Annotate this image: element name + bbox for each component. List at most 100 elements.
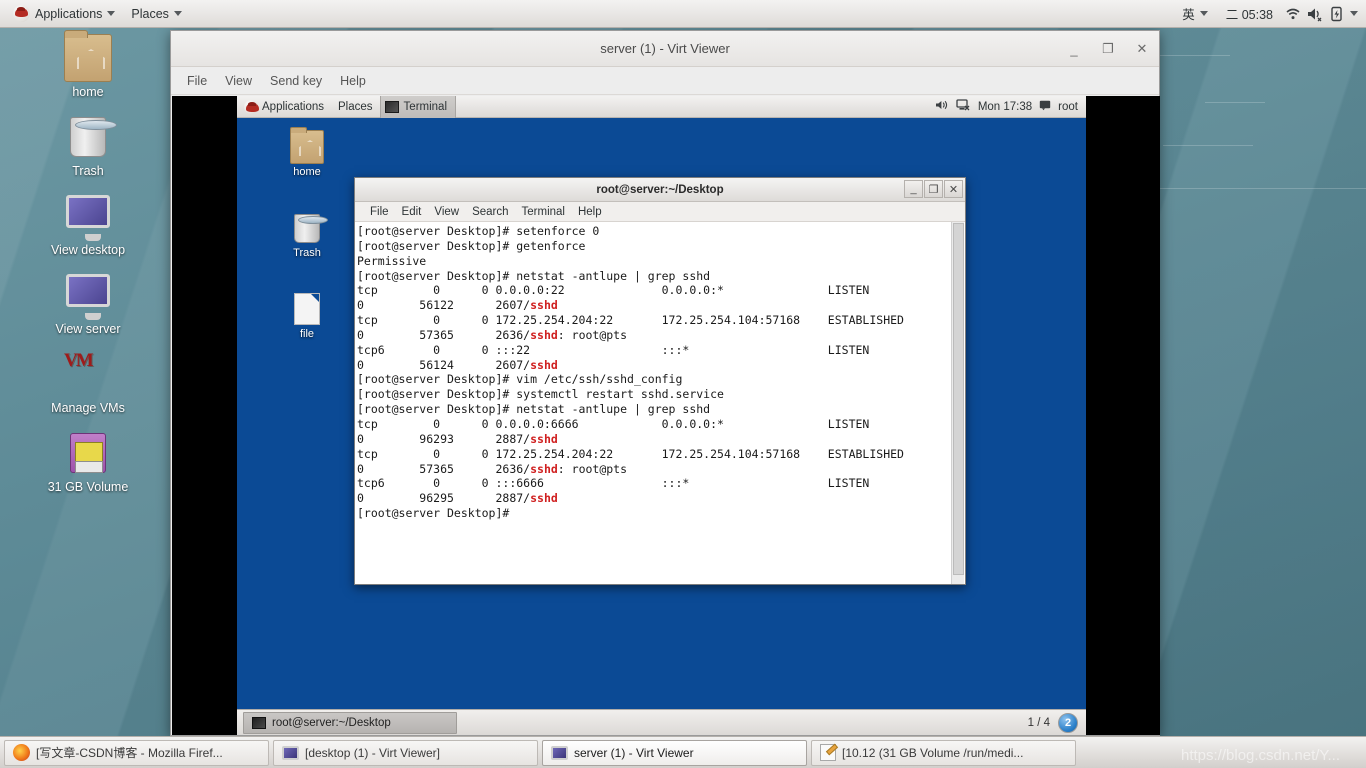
guest-window-button-label: Terminal [403,100,448,113]
workspace-indicator[interactable]: 1 / 4 [1028,717,1050,729]
terminal-menu-view[interactable]: View [428,204,465,220]
desktop-icon-label: home [72,85,104,99]
input-method-indicator[interactable]: 英 [1175,1,1215,26]
terminal-text: [root@server Desktop]# systemctl restart… [357,387,724,402]
terminal-minimize-button[interactable]: _ [904,180,923,198]
menu-help[interactable]: Help [332,70,374,92]
virt-viewer-window[interactable]: server (1) - Virt Viewer _ ❐ ✕ File View… [170,30,1160,736]
places-menu-label: Places [131,6,169,21]
terminal-text: tcp6 0 0 :::22 :::* LISTEN [357,342,870,357]
terminal-menu-help[interactable]: Help [572,204,608,220]
maximize-button[interactable]: ❐ [1097,38,1119,60]
desktop-icon-volume[interactable]: 31 GB Volume [0,429,176,494]
guest-desktop-icon-file[interactable]: file [275,292,339,340]
volume-muted-icon[interactable] [1306,6,1324,22]
minimize-button[interactable]: _ [1063,38,1085,60]
desktop-icon-view-desktop[interactable]: View desktop [0,192,176,257]
chevron-down-icon[interactable] [1350,11,1358,16]
terminal-highlight: sshd [530,431,558,446]
chevron-down-icon [173,11,182,16]
terminal-line: tcp 0 0 172.25.254.204:22 172.25.254.104… [357,313,965,328]
guest-places-label: Places [338,100,373,113]
terminal-text: 0 56124 2607/ [357,357,531,372]
terminal-line: [root@server Desktop]# [357,506,965,521]
desktop-icon-label: Trash [72,164,104,178]
network-disconnected-icon[interactable] [956,99,971,114]
close-button[interactable]: ✕ [1131,38,1153,60]
terminal-text: 0 57365 2636/ [357,461,531,476]
terminal-highlight: sshd [530,461,558,476]
terminal-text: [root@server Desktop]# vim /etc/ssh/sshd… [357,372,683,387]
folder-home-icon [64,30,112,82]
terminal-output[interactable]: [root@server Desktop]# setenforce 0 [root… [355,222,965,584]
monitor-icon [64,271,112,320]
guest-desktop-icon-label: home [293,166,321,178]
terminal-icon [384,100,399,113]
text-file-icon [290,292,324,326]
input-method-label: 英 [1182,8,1195,22]
terminal-window[interactable]: root@server:~/Desktop _ ❐ ✕ File Edit Vi… [354,177,966,585]
trash-icon [290,211,328,245]
terminal-menu-file[interactable]: File [364,204,395,220]
terminal-line: [root@server Desktop]# systemctl restart… [357,387,965,402]
taskbar-item-label: [写文章-CSDN博客 - Mozilla Firef... [36,746,223,760]
wifi-icon[interactable] [1284,6,1302,22]
guest-taskbar-item-terminal[interactable]: root@server:~/Desktop [243,711,457,734]
terminal-menu-terminal[interactable]: Terminal [516,204,571,220]
volume-icon[interactable] [935,99,949,114]
firefox-icon [13,744,30,761]
desktop-icon-trash[interactable]: Trash [0,113,176,178]
guest-desktop-icon-home[interactable]: home [275,127,339,178]
places-menu[interactable]: Places [124,4,189,24]
terminal-text: tcp 0 0 0.0.0.0:6666 0.0.0.0:* LISTEN [357,416,870,431]
terminal-close-button[interactable]: ✕ [944,180,963,198]
terminal-highlight: sshd [530,298,558,313]
menu-send-key[interactable]: Send key [262,70,330,92]
monitor-icon [551,745,568,760]
clock-label: 二 05:38 [1225,8,1273,22]
terminal-scrollbar[interactable] [951,222,964,584]
terminal-icon [252,716,266,729]
wallpaper-line [1205,102,1265,103]
redhat-logo-icon [244,99,259,114]
desktop-icon-label: 31 GB Volume [47,480,129,494]
terminal-maximize-button[interactable]: ❐ [924,180,943,198]
terminal-menubar: File Edit View Search Terminal Help [355,202,965,222]
desktop-icon-label: View desktop [50,243,126,257]
virt-viewer-titlebar: server (1) - Virt Viewer _ ❐ ✕ [171,31,1159,67]
terminal-menu-edit[interactable]: Edit [396,204,428,220]
terminal-line: tcp6 0 0 :::6666 :::* LISTEN [357,476,965,491]
terminal-text: Permissive [357,253,427,268]
guest-desktop[interactable]: Applications Places Terminal Mon 17:38 r… [237,96,1086,735]
text-editor-icon [820,744,836,761]
terminal-menu-search[interactable]: Search [466,204,514,220]
guest-clock[interactable]: Mon 17:38 [978,101,1032,113]
guest-desktop-icon-trash[interactable]: Trash [275,211,339,259]
terminal-highlight: sshd [530,357,558,372]
notification-badge[interactable]: 2 [1058,712,1078,733]
taskbar-item-firefox[interactable]: [写文章-CSDN博客 - Mozilla Firef... [4,739,269,766]
clock[interactable]: 二 05:38 [1219,1,1280,26]
desktop-icon-manage-vms[interactable]: VM Manage VMs [0,350,176,415]
desktop-icon-list: home Trash View desktop View server VM M… [0,30,176,508]
guest-applications-menu[interactable]: Applications [237,98,331,116]
applications-menu[interactable]: Applications [6,2,122,25]
terminal-title: root@server:~/Desktop [596,183,724,196]
desktop-icon-view-server[interactable]: View server [0,271,176,336]
guest-places-menu[interactable]: Places [331,99,380,115]
taskbar-item-server-virt-viewer[interactable]: server (1) - Virt Viewer [542,739,807,766]
taskbar-item-desktop-virt-viewer[interactable]: [desktop (1) - Virt Viewer] [273,739,538,766]
trash-icon [64,113,117,161]
menu-view[interactable]: View [217,70,260,92]
desktop-icon-home[interactable]: home [0,30,176,99]
scrollbar-thumb[interactable] [953,223,964,575]
taskbar-item-text-editor[interactable]: [10.12 (31 GB Volume /run/medi... [811,739,1076,766]
guest-display[interactable]: Applications Places Terminal Mon 17:38 r… [172,96,1160,735]
terminal-text: [root@server Desktop]# setenforce 0 [357,224,600,238]
battery-charging-icon[interactable] [1328,6,1346,22]
guest-desktop-icon-label: file [299,328,315,340]
menu-file[interactable]: File [179,70,215,92]
guest-user-label[interactable]: root [1058,101,1078,113]
terminal-line: tcp 0 0 0.0.0.0:22 0.0.0.0:* LISTEN [357,283,965,298]
guest-window-button-terminal[interactable]: Terminal [379,96,457,118]
